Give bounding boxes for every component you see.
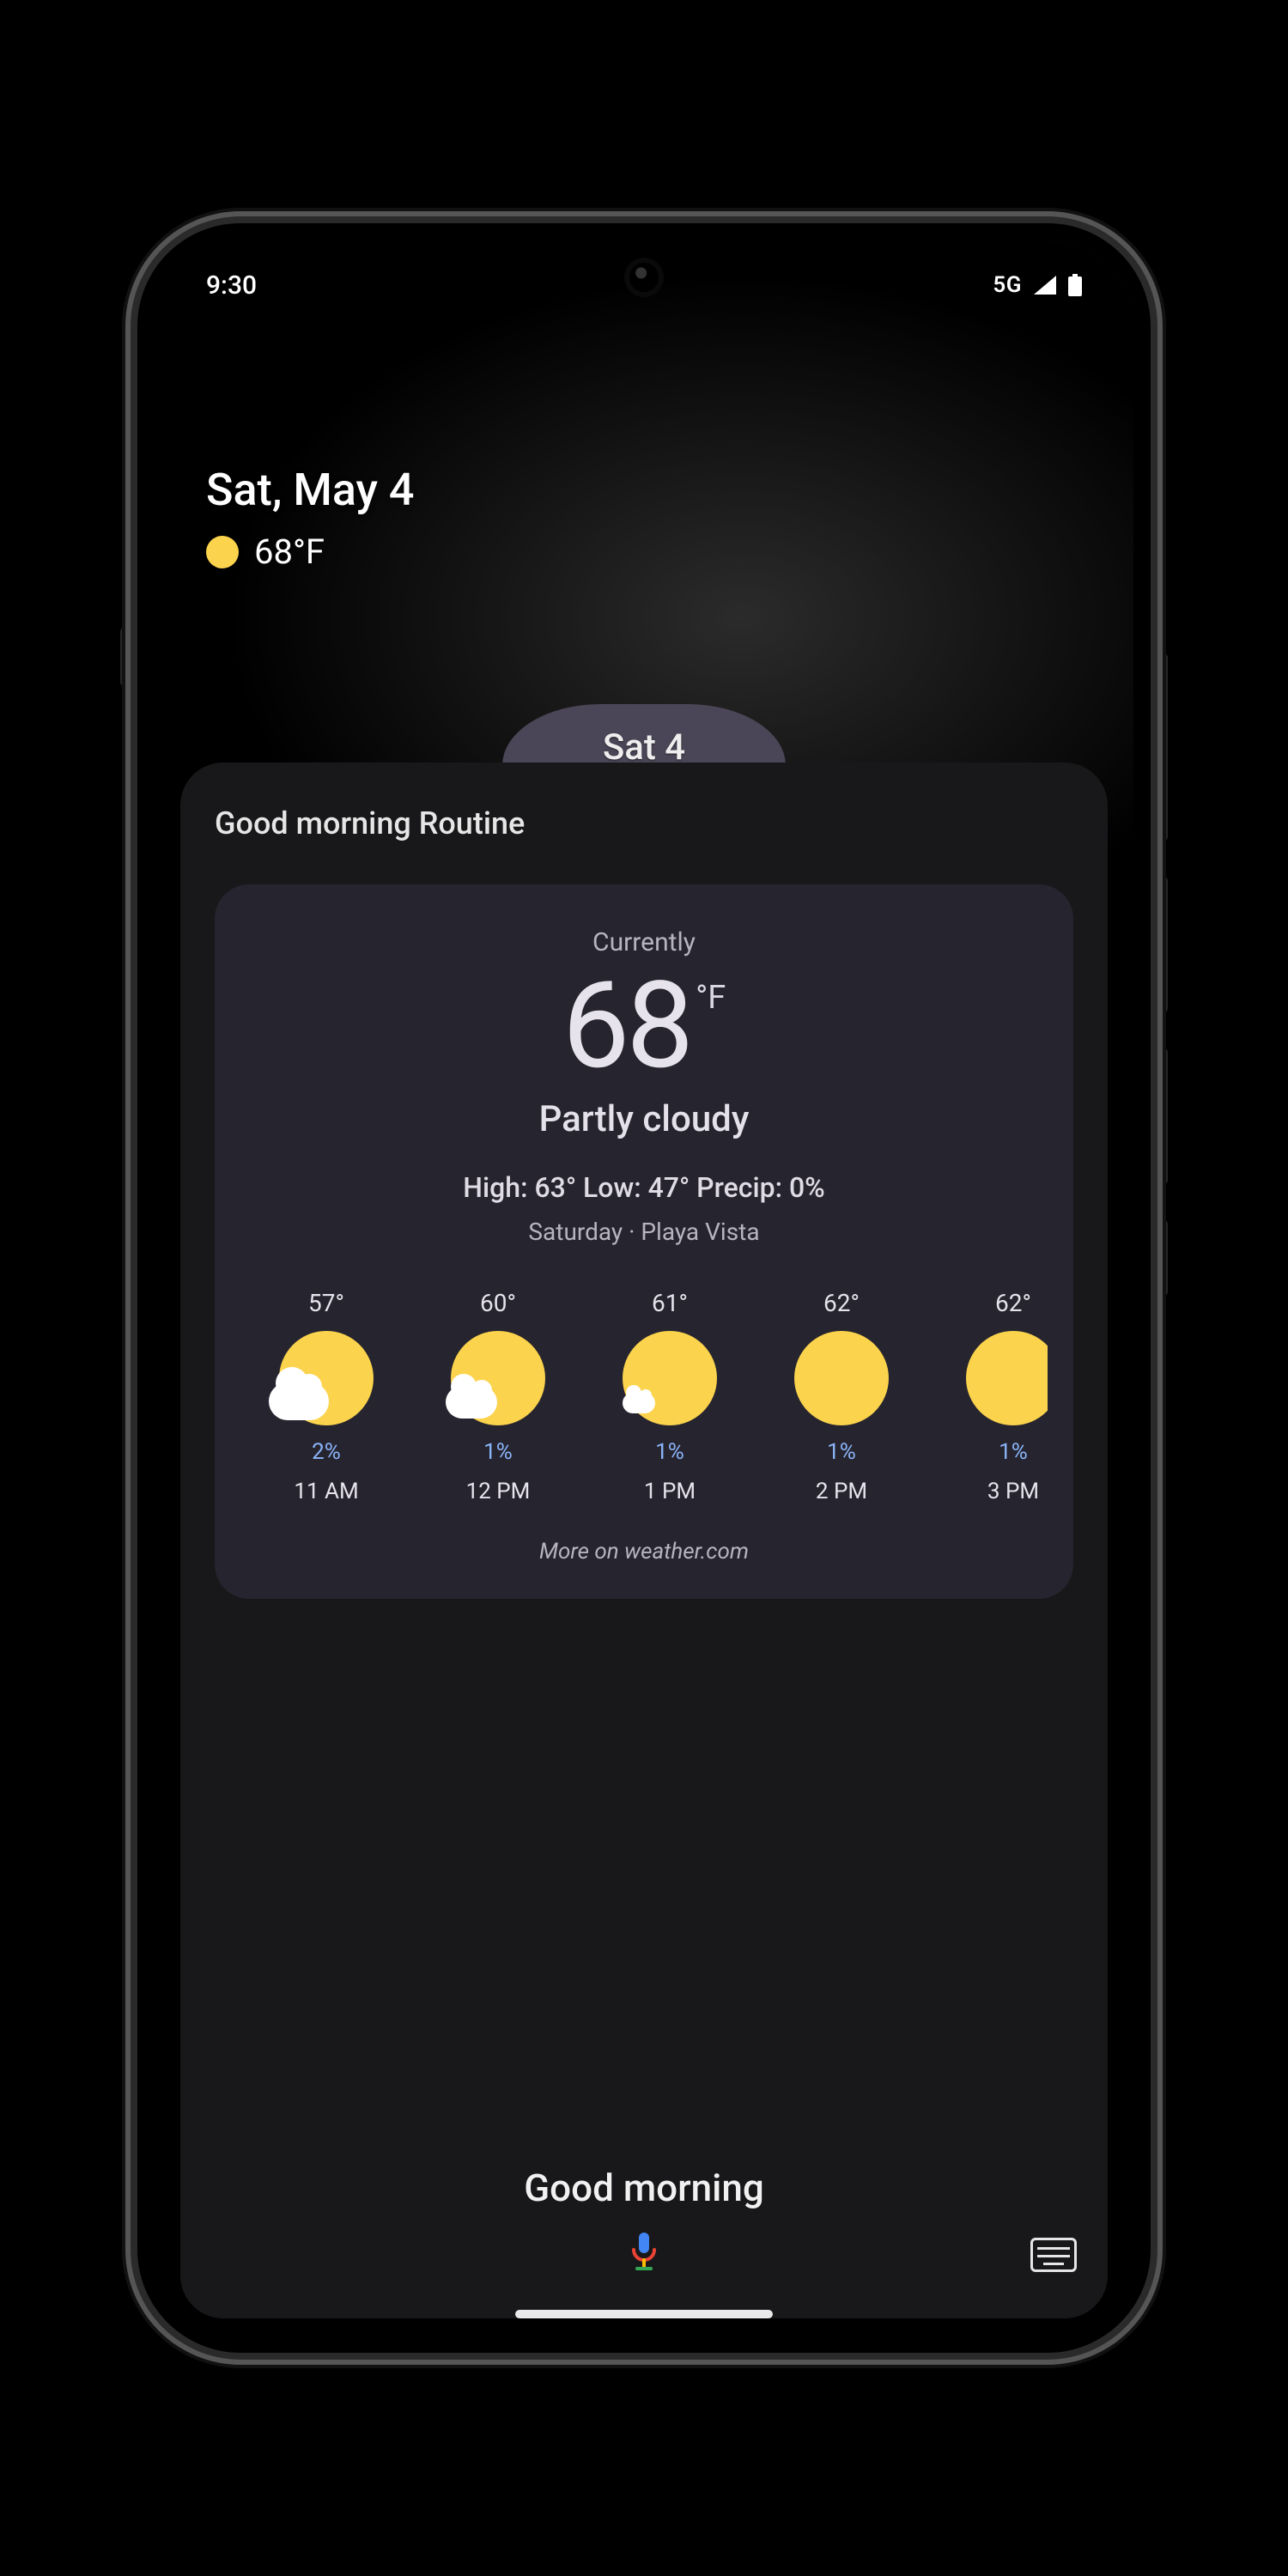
ambient-date: Sat, May 4 xyxy=(206,464,414,516)
hourly-column[interactable]: 60° 1% 12 PM xyxy=(412,1289,584,1504)
hourly-forecast[interactable]: 57°2%11 AM60°1%12 PM61°1%1 PM62°1%2 PM62… xyxy=(240,1289,1048,1504)
hourly-precip: 1% xyxy=(483,1439,513,1465)
hourly-time: 2 PM xyxy=(816,1479,867,1504)
hourly-precip: 2% xyxy=(312,1439,341,1465)
phone-side-button xyxy=(1156,876,1168,1013)
weather-day-location: Saturday · Playa Vista xyxy=(240,1218,1048,1246)
weather-high-low-precip: High: 63° Low: 47° Precip: 0% xyxy=(240,1171,1048,1204)
assistant-bottom-bar: Good morning xyxy=(180,2166,1108,2275)
hourly-temp: 57° xyxy=(308,1289,344,1317)
hourly-temp: 61° xyxy=(652,1289,688,1317)
keyboard-icon[interactable] xyxy=(1030,2238,1077,2272)
phone-frame: 9:30 5G Sat, May 4 68°F xyxy=(137,223,1151,2353)
weather-card[interactable]: Currently 68 °F Partly cloudy High: 63° … xyxy=(215,884,1073,1599)
partly-cloudy-icon xyxy=(279,1331,374,1425)
battery-icon xyxy=(1068,274,1082,296)
phone-side-button xyxy=(1156,1048,1168,1185)
ambient-temp: 68°F xyxy=(254,532,325,572)
hourly-precip: 1% xyxy=(827,1439,856,1465)
hourly-precip: 1% xyxy=(655,1439,684,1465)
hourly-column[interactable]: 62° 1% 3 PM xyxy=(927,1289,1048,1504)
assistant-greeting: Good morning xyxy=(180,2166,1108,2210)
weather-more-link[interactable]: More on weather.com xyxy=(240,1539,1048,1564)
weather-temp-unit: °F xyxy=(696,981,726,1014)
hourly-precip: 1% xyxy=(999,1439,1028,1465)
hourly-time: 3 PM xyxy=(987,1479,1039,1504)
assistant-sheet: Good morning Routine Currently 68 °F Par… xyxy=(180,762,1108,2318)
status-time: 9:30 xyxy=(206,270,257,301)
hourly-column[interactable]: 62° 1% 2 PM xyxy=(756,1289,927,1504)
weather-condition: Partly cloudy xyxy=(240,1098,1048,1140)
phone-screen: 9:30 5G Sat, May 4 68°F xyxy=(155,240,1133,2336)
partly-cloudy-icon xyxy=(451,1331,545,1425)
hourly-temp: 62° xyxy=(823,1289,860,1317)
status-bar: 9:30 5G xyxy=(155,259,1133,311)
hourly-column[interactable]: 61° 1% 1 PM xyxy=(584,1289,756,1504)
routine-title: Good morning Routine xyxy=(215,805,1073,841)
status-network-label: 5G xyxy=(993,272,1022,298)
signal-icon xyxy=(1034,276,1056,295)
sunny-icon xyxy=(794,1331,889,1425)
hourly-temp: 62° xyxy=(995,1289,1031,1317)
phone-side-button xyxy=(120,627,132,687)
at-a-glance-widget[interactable]: Sat, May 4 68°F xyxy=(206,464,414,572)
hourly-temp: 60° xyxy=(480,1289,516,1317)
weather-now-label: Currently xyxy=(240,927,1048,957)
weather-temp: 68 xyxy=(562,966,690,1086)
hourly-time: 11 AM xyxy=(294,1479,358,1504)
phone-side-button xyxy=(1156,653,1168,841)
partly-cloudy-icon xyxy=(623,1331,717,1425)
phone-side-button xyxy=(1156,1219,1168,1297)
hourly-column[interactable]: 57° 2% 11 AM xyxy=(240,1289,412,1504)
sunny-icon xyxy=(966,1331,1048,1425)
hourly-time: 1 PM xyxy=(644,1479,696,1504)
mic-icon[interactable] xyxy=(627,2231,661,2275)
sunny-icon xyxy=(206,536,239,568)
hourly-time: 12 PM xyxy=(466,1479,531,1504)
gesture-nav-bar[interactable] xyxy=(515,2310,773,2318)
